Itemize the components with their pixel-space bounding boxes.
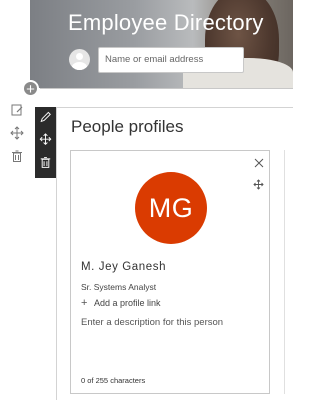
delete-section-icon[interactable] [10,149,24,163]
move-webpart-icon[interactable] [39,133,52,146]
close-icon[interactable] [254,158,264,168]
header-banner: Employee Directory Name or email address [30,0,293,88]
person-name[interactable]: M. Jey Ganesh [81,261,166,273]
add-profile-link-label: Add a profile link [94,298,161,308]
webpart-toolbar [35,107,56,178]
character-count: 0 of 255 characters [81,376,146,385]
webpart-title[interactable]: People profiles [71,117,183,137]
section-toolbar [10,103,24,172]
next-profile-card [284,150,293,394]
move-card-icon[interactable] [253,179,264,190]
delete-webpart-icon[interactable] [39,156,52,168]
person-job-title: Sr. Systems Analyst [81,282,157,292]
plus-icon: + [81,297,88,309]
edit-webpart-icon[interactable] [39,111,52,123]
search-input[interactable]: Name or email address [98,47,244,73]
add-profile-link-button[interactable]: + Add a profile link [81,297,161,309]
move-section-icon[interactable] [10,126,24,140]
description-input[interactable]: Enter a description for this person [81,317,223,328]
banner-title: Employee Directory [68,10,264,35]
person-placeholder-icon [69,49,90,70]
avatar: MG [135,172,207,244]
section-divider [40,88,293,89]
add-section-icon[interactable]: + [22,80,39,98]
edit-section-icon[interactable] [10,103,24,117]
profile-card: MG M. Jey Ganesh Sr. Systems Analyst + Ad… [70,150,270,394]
